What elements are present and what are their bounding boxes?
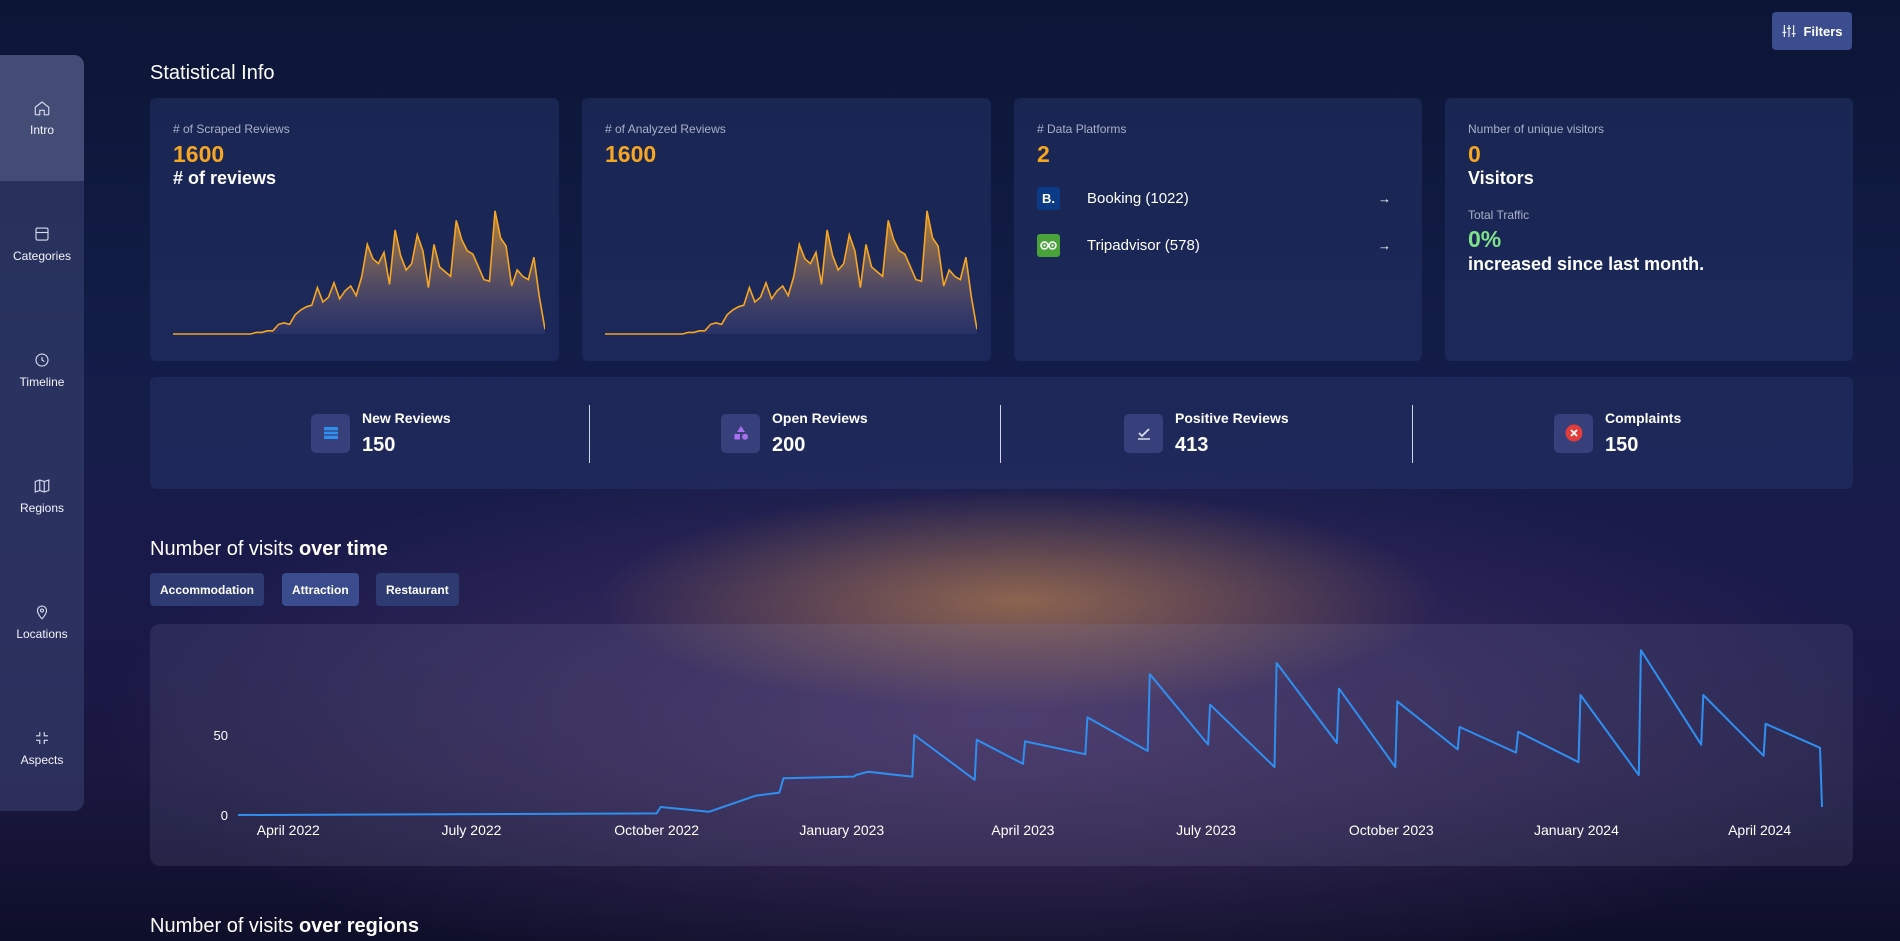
y-tick-label: 0 bbox=[221, 808, 228, 823]
x-tick-label: January 2024 bbox=[1534, 822, 1619, 838]
traffic-sub: increased since last month. bbox=[1468, 254, 1705, 274]
card-value: 2 bbox=[1037, 141, 1050, 167]
nav-item-locations[interactable]: Locations bbox=[0, 559, 84, 685]
sidebar: Intro Categories Timeline Regions Locati… bbox=[0, 55, 84, 811]
title-plain: Number of visits bbox=[150, 915, 299, 937]
platform-name: Booking (1022) bbox=[1087, 190, 1189, 207]
x-tick-label: July 2023 bbox=[1176, 822, 1236, 838]
nav-label: Locations bbox=[16, 627, 68, 641]
divider bbox=[589, 405, 590, 463]
nav-label: Aspects bbox=[20, 753, 64, 767]
chip-restaurant[interactable]: Restaurant bbox=[376, 573, 459, 606]
stat-new-reviews: New Reviews 150 bbox=[311, 377, 451, 489]
map-icon bbox=[34, 479, 50, 493]
x-tick-label: January 2023 bbox=[799, 822, 884, 838]
chip-attraction[interactable]: Attraction bbox=[282, 573, 359, 606]
title-bold: over regions bbox=[298, 915, 419, 937]
divider bbox=[1412, 405, 1413, 463]
data-platforms-card: # Data Platforms 2 B. Booking (1022) → T… bbox=[1014, 98, 1422, 361]
stat-positive-reviews: Positive Reviews 413 bbox=[1124, 377, 1289, 489]
shapes-icon bbox=[721, 413, 760, 453]
nav-label: Intro bbox=[29, 123, 54, 137]
stat-label: Open Reviews bbox=[772, 409, 868, 426]
title-bold: over time bbox=[298, 538, 388, 560]
card-label: # of Analyzed Reviews bbox=[605, 122, 726, 136]
tripadvisor-logo-icon bbox=[1037, 234, 1060, 257]
card-sub: Visitors bbox=[1468, 168, 1534, 188]
card-value: 1600 bbox=[173, 141, 225, 167]
check-icon bbox=[1124, 413, 1163, 453]
nav-item-categories[interactable]: Categories bbox=[0, 181, 84, 307]
clock-icon bbox=[35, 353, 49, 367]
y-tick-label: 50 bbox=[214, 728, 228, 743]
sparkline-area bbox=[173, 210, 545, 334]
visits-over-time-chart: 0 50 April 2022 July 2022 October 2022 Januar… bbox=[150, 624, 1853, 866]
arrow-right-icon: → bbox=[1378, 191, 1391, 206]
x-tick-label: July 2022 bbox=[442, 822, 502, 838]
visits-line-chart: 0 50 April 2022 July 2022 October 2022 Januar… bbox=[214, 649, 1823, 838]
platform-row-tripadvisor[interactable]: Tripadvisor (578) → bbox=[1037, 234, 1391, 257]
analyzed-reviews-sparkline bbox=[605, 210, 977, 335]
sparkline-area bbox=[605, 210, 977, 334]
traffic-label: Total Traffic bbox=[1468, 208, 1530, 222]
card-value: 0 bbox=[1468, 141, 1481, 167]
divider bbox=[1000, 405, 1001, 463]
x-tick-label: April 2022 bbox=[257, 822, 320, 838]
statistical-info-title: Statistical Info bbox=[150, 62, 275, 84]
nav-item-timeline[interactable]: Timeline bbox=[0, 307, 84, 433]
sliders-icon bbox=[1782, 25, 1797, 37]
scraped-reviews-sparkline bbox=[173, 210, 545, 335]
map-pin-icon bbox=[36, 605, 48, 620]
arrow-right-icon: → bbox=[1378, 238, 1391, 253]
x-tick-label: October 2022 bbox=[614, 822, 699, 838]
stat-value: 200 bbox=[772, 433, 806, 456]
nav-item-regions[interactable]: Regions bbox=[0, 433, 84, 559]
traffic-value: 0% bbox=[1468, 226, 1502, 252]
card-label: # of Scraped Reviews bbox=[173, 122, 290, 136]
stat-label: Complaints bbox=[1605, 409, 1682, 426]
stat-label: Positive Reviews bbox=[1175, 409, 1289, 426]
x-circle-icon bbox=[1554, 413, 1593, 453]
stat-complaints: Complaints 150 bbox=[1554, 377, 1681, 489]
chip-accommodation[interactable]: Accommodation bbox=[150, 573, 265, 606]
filters-label: Filters bbox=[1803, 23, 1843, 39]
stat-value: 150 bbox=[1605, 433, 1639, 456]
x-tick-label: April 2024 bbox=[1728, 822, 1791, 838]
visits-over-time-title: Number of visits over time bbox=[150, 538, 388, 561]
card-label: # Data Platforms bbox=[1037, 122, 1127, 136]
card-label: Number of unique visitors bbox=[1468, 122, 1605, 136]
x-tick-label: April 2023 bbox=[991, 822, 1054, 838]
stat-label: New Reviews bbox=[362, 409, 451, 426]
visitors-card: Number of unique visitors 0 Visitors Tot… bbox=[1445, 98, 1853, 361]
card-sub: # of reviews bbox=[173, 168, 277, 188]
inbox-icon bbox=[311, 413, 350, 453]
booking-logo-icon: B. bbox=[1037, 187, 1060, 210]
platform-row-booking[interactable]: B. Booking (1022) → bbox=[1037, 187, 1391, 210]
nav-item-intro[interactable]: Intro bbox=[0, 55, 84, 181]
card-value: 1600 bbox=[605, 141, 657, 167]
nav-label: Timeline bbox=[19, 375, 65, 389]
stat-value: 150 bbox=[362, 433, 396, 456]
stat-open-reviews: Open Reviews 200 bbox=[721, 377, 868, 489]
nav-item-aspects[interactable]: Aspects bbox=[0, 685, 84, 811]
scraped-reviews-card: # of Scraped Reviews 1600 # of reviews bbox=[150, 98, 559, 361]
title-plain: Number of visits bbox=[150, 538, 299, 560]
nav-label: Categories bbox=[12, 249, 72, 263]
visits-over-regions-title: Number of visits over regions bbox=[150, 915, 419, 938]
shrink-icon bbox=[36, 732, 48, 744]
home-icon bbox=[34, 101, 50, 116]
stat-value: 413 bbox=[1175, 433, 1209, 456]
analyzed-reviews-card: # of Analyzed Reviews 1600 bbox=[582, 98, 991, 361]
platform-name: Tripadvisor (578) bbox=[1087, 237, 1200, 254]
nav-label: Regions bbox=[19, 501, 65, 515]
filters-button[interactable]: Filters bbox=[1772, 12, 1852, 50]
review-stats-bar: New Reviews 150 Open Reviews 200 Positiv… bbox=[150, 377, 1853, 489]
layout-icon bbox=[35, 227, 49, 241]
x-tick-label: October 2023 bbox=[1349, 822, 1434, 838]
series-line-visits bbox=[237, 649, 1823, 816]
